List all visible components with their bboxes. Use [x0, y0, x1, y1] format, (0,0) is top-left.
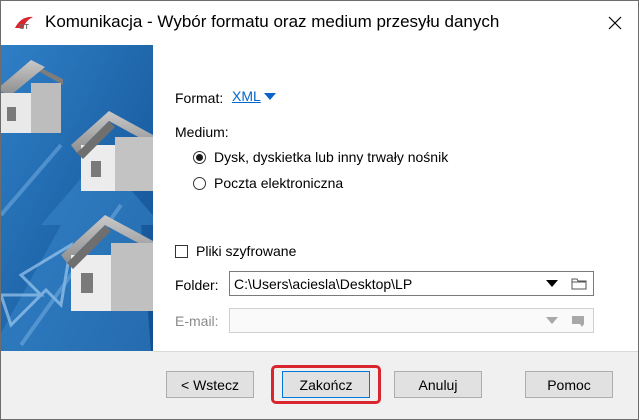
back-button[interactable]: < Wstecz — [166, 371, 254, 398]
dialog-window: GT Komunikacja - Wybór formatu oraz medi… — [0, 0, 639, 420]
svg-text:GT: GT — [19, 24, 29, 31]
address-book-button[interactable] — [565, 309, 593, 332]
window-title: Komunikacja - Wybór formatu oraz medium … — [45, 12, 500, 31]
radio-disk-label: Dysk, dyskietka lub inny trwały nośnik — [214, 149, 449, 165]
help-button[interactable]: Pomoc — [525, 371, 613, 398]
close-icon — [608, 16, 622, 30]
email-label: E-mail: — [175, 313, 219, 329]
radio-email[interactable]: Poczta elektroniczna — [193, 175, 343, 191]
folder-value[interactable]: C:\Users\aciesla\Desktop\LP — [230, 276, 539, 292]
browse-folder-button[interactable] — [565, 272, 593, 295]
medium-label: Medium: — [175, 124, 229, 140]
chevron-down-icon — [546, 317, 558, 324]
gt-logo-icon: GT — [15, 16, 33, 31]
format-label: Format: — [175, 90, 224, 106]
radio-button[interactable] — [193, 176, 206, 190]
folder-label: Folder: — [175, 277, 219, 293]
radio-button[interactable] — [193, 150, 206, 164]
chevron-down-icon — [263, 92, 276, 100]
title-bar: GT Komunikacja - Wybór formatu oraz medi… — [1, 1, 638, 45]
format-value: XML — [232, 88, 261, 104]
radio-disk[interactable]: Dysk, dyskietka lub inny trwały nośnik — [193, 149, 448, 165]
wizard-content: Format: XML Medium: Dysk, dyskietka lub … — [153, 45, 638, 351]
contact-card-icon — [572, 315, 584, 327]
cancel-button[interactable]: Anuluj — [394, 371, 482, 398]
radio-email-label: Poczta elektroniczna — [214, 175, 344, 191]
footer-separator — [153, 351, 638, 352]
email-dropdown-button[interactable] — [539, 309, 565, 332]
folder-icon — [571, 278, 587, 290]
finish-button[interactable]: Zakończ — [282, 371, 370, 398]
folder-combobox[interactable]: C:\Users\aciesla\Desktop\LP — [229, 271, 594, 296]
chevron-down-icon — [546, 280, 558, 287]
folder-dropdown-button[interactable] — [539, 272, 565, 295]
radio-selected-dot — [196, 153, 203, 161]
email-combobox[interactable] — [229, 308, 594, 333]
close-button[interactable] — [592, 1, 638, 45]
wizard-side-image — [1, 45, 153, 351]
encrypted-checkbox[interactable] — [175, 244, 188, 258]
encrypted-checkbox-row[interactable]: Pliki szyfrowane — [175, 243, 296, 259]
format-dropdown[interactable]: XML — [232, 88, 276, 104]
encrypted-label: Pliki szyfrowane — [196, 243, 297, 259]
